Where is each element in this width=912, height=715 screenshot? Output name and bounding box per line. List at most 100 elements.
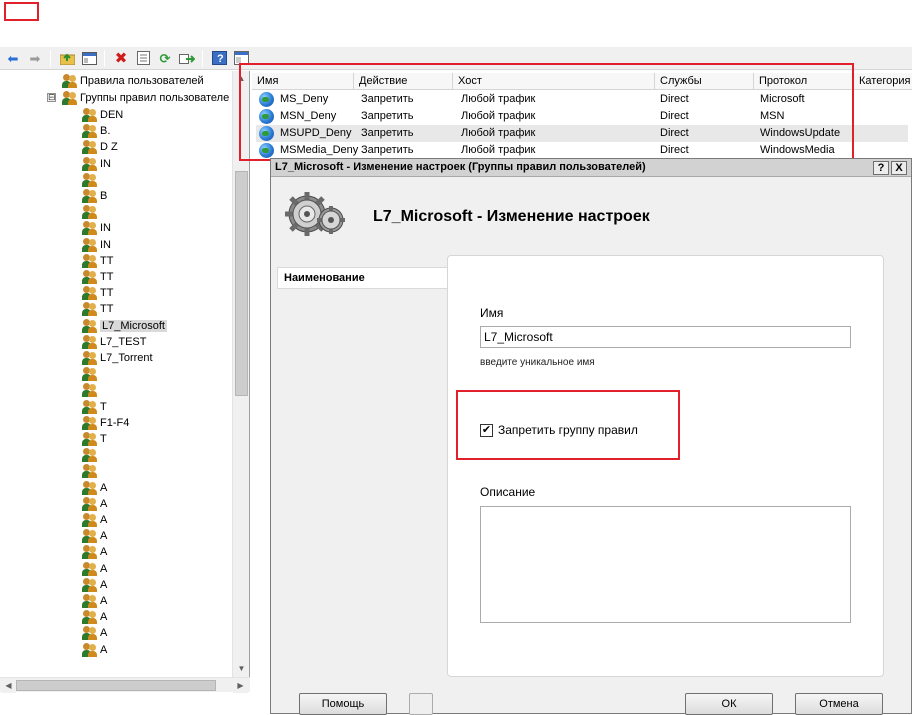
tree-group-label: IN — [100, 238, 111, 251]
scroll-down-icon[interactable]: ▼ — [234, 661, 249, 676]
tree-group-item[interactable]: F1-F4 — [82, 415, 129, 431]
tree-group-item[interactable]: IN — [82, 220, 111, 236]
tree-group-item[interactable] — [82, 204, 100, 220]
cell-host: Любой трафик — [461, 144, 536, 156]
tree-group-label: A — [100, 627, 108, 640]
cell-action: Запретить — [361, 93, 414, 105]
properties-icon[interactable] — [80, 50, 98, 66]
tree-group-item[interactable]: A — [82, 577, 107, 593]
user-group-icon — [82, 432, 97, 446]
tree-group-item[interactable]: L7_TEST — [82, 334, 146, 350]
tree-group-item[interactable]: T — [82, 431, 107, 447]
tree-group-item[interactable]: A — [82, 528, 107, 544]
refresh-icon[interactable]: ⟳ — [156, 50, 174, 66]
scroll-left-icon[interactable]: ◀ — [1, 678, 16, 693]
tree-group-item[interactable] — [82, 447, 100, 463]
delete-icon[interactable]: ✖ — [112, 50, 130, 66]
tree-horizontal-scrollbar[interactable]: ◀ ▶ — [0, 677, 250, 693]
tree-group-item[interactable]: IN — [82, 237, 111, 253]
forward-arrow-icon[interactable]: ➡ — [26, 50, 44, 66]
tree-group-item[interactable]: T — [82, 399, 107, 415]
cancel-button[interactable]: Отмена — [795, 693, 883, 715]
cell-protocol: WindowsUpdate — [760, 127, 841, 139]
tree-group-item[interactable]: A — [82, 544, 107, 560]
cell-name: MSN_Deny — [280, 110, 337, 122]
tree-group-item[interactable]: A — [82, 480, 107, 496]
view-icon[interactable] — [232, 50, 250, 66]
tree-group-item[interactable]: A — [82, 496, 107, 512]
column-header-host[interactable]: Хост — [453, 73, 655, 90]
tree-group-item[interactable]: DEN — [82, 107, 123, 123]
go-icon[interactable] — [178, 50, 196, 66]
user-group-icon — [82, 383, 97, 398]
tree-group-label: TT — [100, 287, 114, 300]
tree-group-label: F1-F4 — [100, 416, 130, 429]
tree-group-item[interactable]: IN — [82, 156, 111, 172]
tree-group-item[interactable] — [82, 463, 100, 479]
collapse-toggle[interactable]: ⊟ — [47, 93, 56, 102]
tree-group-item[interactable] — [82, 172, 100, 188]
user-group-icon — [82, 189, 97, 203]
scroll-thumb[interactable] — [235, 171, 248, 396]
deny-group-checkbox[interactable]: ✔ — [480, 424, 493, 437]
close-title-button[interactable]: X — [891, 161, 907, 175]
tree-group-item[interactable]: D Z — [82, 139, 118, 155]
tree-group-label: A — [100, 562, 108, 575]
tree-group-item[interactable]: A — [82, 561, 107, 577]
tree-group-item[interactable]: TT — [82, 269, 113, 285]
tree-item-rule-groups[interactable]: Группы правил пользователе — [62, 90, 229, 106]
toolbar: ⬅ ➡ ✖ ⟳ ? — [0, 47, 912, 70]
rule-row[interactable]: MSN_Deny Запретить Любой трафик Direct MSN — [256, 108, 908, 125]
export-list-icon[interactable] — [134, 50, 152, 66]
column-header-name[interactable]: Имя — [252, 73, 354, 90]
tree-group-item[interactable]: A — [82, 609, 107, 625]
tree-group-item[interactable]: TT — [82, 285, 113, 301]
rule-row[interactable]: MSUPD_Deny Запретить Любой трафик Direct Win… — [256, 125, 908, 142]
tree-group-item[interactable]: B. — [82, 123, 110, 139]
tree-group-label: A — [100, 481, 108, 494]
ok-button[interactable]: ОК — [685, 693, 773, 715]
tree-group-item[interactable]: A — [82, 642, 107, 658]
column-header-services[interactable]: Службы — [655, 73, 754, 90]
tree-group-item[interactable]: B — [82, 188, 107, 204]
tree-vertical-scrollbar[interactable]: ▲ ▼ — [232, 71, 249, 677]
nav-tab-name[interactable]: Наименование — [277, 267, 447, 289]
grid-header: Имя Действие Хост Службы Протокол Катего… — [252, 73, 912, 90]
user-group-icon — [82, 205, 97, 220]
help-icon[interactable]: ? — [210, 50, 228, 66]
scroll-right-icon[interactable]: ▶ — [233, 678, 248, 693]
tree-group-label: T — [100, 433, 107, 445]
tree-group-item[interactable]: A — [82, 512, 107, 528]
tree-group-item[interactable]: A — [82, 625, 107, 641]
rule-row[interactable]: MS_Deny Запретить Любой трафик Direct Micros… — [256, 91, 908, 108]
description-field[interactable] — [480, 506, 851, 623]
deny-group-label[interactable]: Запретить группу правил — [498, 423, 638, 437]
column-header-action[interactable]: Действие — [354, 73, 453, 90]
cell-name: MSMedia_Deny — [280, 144, 359, 156]
tree-group-label: B. — [100, 125, 111, 138]
column-header-category[interactable]: Категория — [854, 73, 912, 90]
scroll-up-icon[interactable]: ▲ — [234, 71, 249, 86]
user-group-icon — [82, 286, 97, 301]
user-group-icon — [82, 172, 97, 187]
help-button[interactable]: Помощь — [299, 693, 387, 715]
cell-name: MS_Deny — [280, 93, 329, 105]
back-arrow-icon[interactable]: ⬅ — [4, 50, 22, 66]
rule-row[interactable]: MSMedia_Deny Запретить Любой трафик Direct W… — [256, 142, 908, 159]
column-header-protocol[interactable]: Протокол — [754, 73, 854, 90]
tree-group-label: B — [100, 190, 108, 202]
tree-group-item[interactable] — [82, 382, 100, 398]
folder-up-icon[interactable] — [58, 50, 76, 66]
user-group-icon — [82, 464, 97, 479]
tree-group-item[interactable] — [82, 366, 100, 382]
tree-group-item[interactable]: TT — [82, 253, 113, 269]
name-field[interactable]: L7_Microsoft — [480, 326, 851, 348]
tree-group-item[interactable]: TT — [82, 301, 113, 317]
tree-group-item[interactable]: L7_Microsoft — [82, 318, 167, 334]
help-title-button[interactable]: ? — [873, 161, 889, 175]
tree-group-item[interactable]: L7_Torrent — [82, 350, 153, 366]
copy-icon[interactable] — [409, 693, 433, 715]
scroll-thumb[interactable] — [16, 680, 216, 691]
tree-item-user-rules[interactable]: Правила пользователей — [62, 73, 204, 89]
tree-group-item[interactable]: A — [82, 593, 107, 609]
